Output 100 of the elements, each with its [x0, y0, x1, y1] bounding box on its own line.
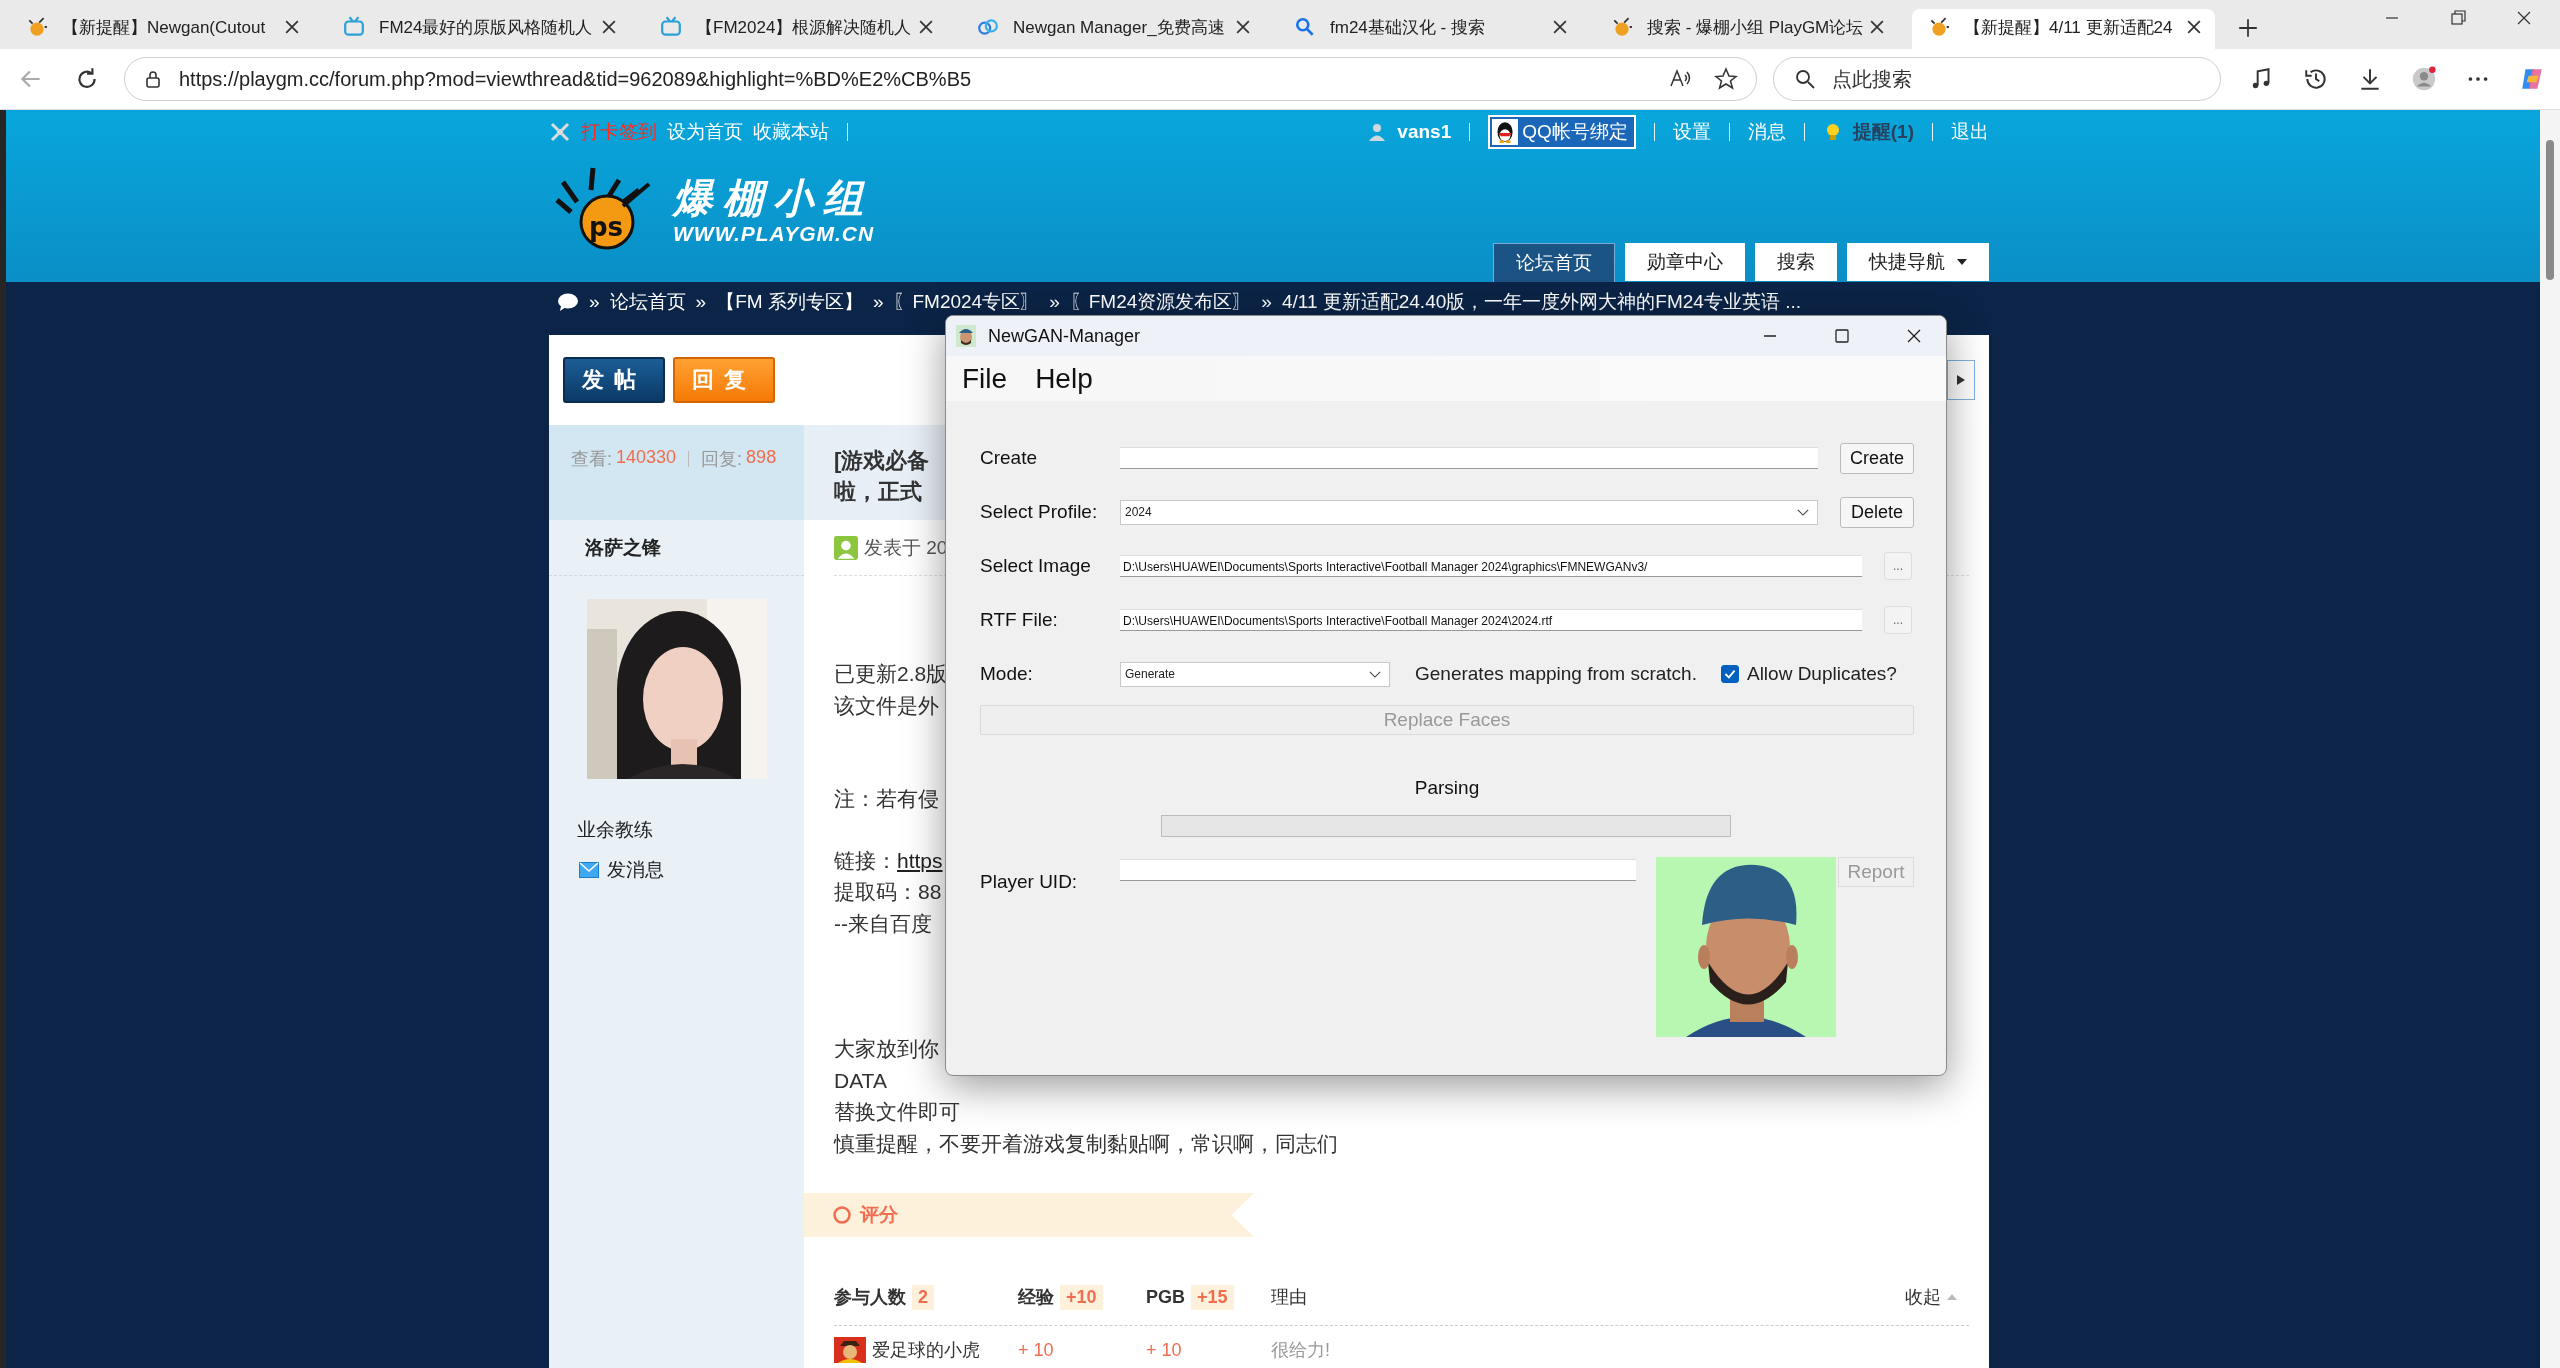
browser-tab[interactable]: 【新提醒】Newgan(Cutout [10, 9, 313, 49]
post-text: 大家放到你 [834, 1036, 939, 1062]
scrollbar[interactable] [2540, 110, 2560, 1368]
breadcrumb-link[interactable]: 〖FM2024专区〗 [893, 289, 1040, 315]
logo-url: WWW.PLAYGM.CN [673, 222, 875, 246]
text-field[interactable] [1120, 447, 1818, 469]
user-icon [1367, 122, 1388, 142]
browse-button[interactable]: ... [1884, 552, 1912, 580]
close-icon[interactable] [1236, 20, 1250, 34]
player-uid-field[interactable] [1120, 859, 1636, 881]
breadcrumb-link[interactable]: 4/11 更新适配24.40版，一年一度外网大神的FM24专业英语 ... [1281, 289, 1801, 315]
post-text: 已更新2.8版 [834, 661, 948, 687]
stat-label: 回复: [701, 448, 743, 471]
rater-name[interactable]: 爱足球的小虎 [872, 1338, 980, 1362]
star-icon[interactable] [1714, 67, 1738, 91]
nav-tab[interactable]: 搜索 [1755, 243, 1837, 281]
caret-icon [1947, 1294, 1957, 1300]
breadcrumb-link[interactable]: 论坛首页 [609, 289, 686, 315]
close-icon[interactable] [285, 20, 299, 34]
next-icon [1957, 375, 1965, 385]
history-icon[interactable] [2303, 66, 2329, 92]
restore-icon[interactable] [2448, 7, 2468, 28]
cloud-icon [977, 16, 999, 38]
thread-title: [游戏必备 [834, 447, 930, 475]
search-icon [1294, 16, 1316, 38]
close-icon[interactable] [602, 20, 616, 34]
menu-item[interactable]: File [962, 362, 1008, 395]
app-icon [956, 325, 976, 347]
browser-tab[interactable]: 【FM2024】根源解决随机人 [644, 9, 947, 49]
caret-icon [1957, 259, 1967, 265]
reply-count: 898 [746, 447, 777, 468]
chevron-down-icon [1797, 508, 1809, 516]
close-icon[interactable] [1870, 20, 1884, 34]
browser-tab[interactable]: 【新提醒】4/11 更新适配24 [1912, 9, 2215, 49]
profile-icon[interactable] [2411, 66, 2437, 92]
breadcrumb-separator: » [589, 291, 600, 313]
nav-tab[interactable]: 勋章中心 [1625, 243, 1745, 281]
browse-button[interactable]: ... [1884, 606, 1912, 634]
bomb-icon [26, 16, 48, 38]
column-header: 参与人数 [834, 1286, 906, 1309]
score-badge: 2 [912, 1284, 934, 1310]
mode-dropdown[interactable]: Generate [1120, 661, 1390, 687]
column-header: PGB [1146, 1286, 1185, 1308]
field-label: RTF File: [980, 609, 1059, 631]
path-field[interactable]: D:\Users\HUAWEI\Documents\Sports Interactive\Football Manager 2024\2024.rtf [1120, 609, 1862, 631]
field-label: Create [980, 447, 1039, 469]
chat-bubble-icon [557, 292, 579, 312]
breadcrumb-link[interactable]: 【FM 系列专区】 [716, 289, 863, 315]
path-field[interactable]: D:\Users\HUAWEI\Documents\Sports Interactive\Football Manager 2024\graphics\FMNEWGANv3/ [1120, 555, 1862, 577]
rating-title: 评分 [860, 1203, 898, 1227]
send-message-link[interactable]: 发消息 [579, 857, 664, 883]
lock-icon[interactable] [143, 69, 163, 89]
browser-tab[interactable]: 搜索 - 爆棚小组 PlayGM论坛 [1595, 9, 1898, 49]
nav-tab[interactable]: 论坛首页 [1493, 243, 1615, 282]
collapse-link[interactable]: 收起 [1905, 1285, 1969, 1309]
search-icon [1793, 67, 1817, 91]
create-button[interactable]: Create [1840, 442, 1914, 474]
bomb-icon [1928, 16, 1950, 38]
close-icon[interactable] [1553, 20, 1567, 34]
close-icon[interactable] [919, 20, 933, 34]
nav-tab[interactable]: 快捷导航 [1847, 243, 1989, 281]
post-text: --来自百度 [834, 910, 932, 937]
maximize-icon[interactable] [1832, 326, 1852, 346]
avatar-icon [834, 1337, 866, 1363]
logo-title: 爆棚小组 [673, 175, 874, 222]
tv-icon [343, 16, 365, 38]
post-text: 该文件是外 [834, 692, 939, 719]
post-text: 链接： [834, 848, 897, 872]
new-tab-icon[interactable] [2237, 17, 2259, 39]
field-label: Select Profile: [980, 501, 1099, 523]
score-badge: +15 [1191, 1284, 1234, 1310]
thread-title: 啦，正式 [834, 478, 922, 506]
download-link[interactable]: https [897, 848, 943, 872]
user-rank: 业余教练 [577, 818, 653, 842]
view-count: 140330 [616, 447, 677, 468]
search-field[interactable]: 点此搜索 [1773, 57, 2221, 101]
delete-button[interactable]: Delete [1840, 496, 1914, 528]
profile-dropdown[interactable]: 2024 [1120, 499, 1818, 525]
field-label: Player UID: [980, 871, 1079, 893]
post-text: DATA [834, 1067, 887, 1094]
bomb-icon [1611, 16, 1633, 38]
post-text: 提取码：88 [834, 879, 942, 905]
copilot-icon[interactable] [2519, 66, 2545, 92]
logo-badge-text: ps [589, 212, 624, 242]
breadcrumb-separator: » [872, 291, 884, 313]
close-icon[interactable] [2187, 20, 2201, 34]
column-header: 理由 [1271, 1286, 1307, 1309]
author-name[interactable]: 洛萨之锋 [585, 534, 661, 561]
checkbox[interactable] [1720, 665, 1739, 683]
user-icon [834, 535, 858, 560]
qq-bind-button[interactable]: QQ帐号绑定 [1488, 115, 1636, 149]
reminder-link[interactable]: 提醒(1) [1852, 119, 1914, 145]
menu-item[interactable]: Help [1035, 362, 1093, 395]
next-page-button[interactable] [1947, 360, 1975, 400]
window-title: NewGAN-Manager [988, 325, 1141, 347]
browser-tab[interactable]: fm24基础汉化 - 搜索 [1278, 9, 1581, 49]
browser-tab[interactable]: Newgan Manager_免费高速 [961, 9, 1264, 49]
browser-tab[interactable]: FM24最好的原版风格随机人 [327, 9, 630, 49]
breadcrumb-link[interactable]: 〖FM24资源发布区〗 [1069, 289, 1252, 315]
action-button[interactable]: 发帖 [563, 357, 665, 403]
